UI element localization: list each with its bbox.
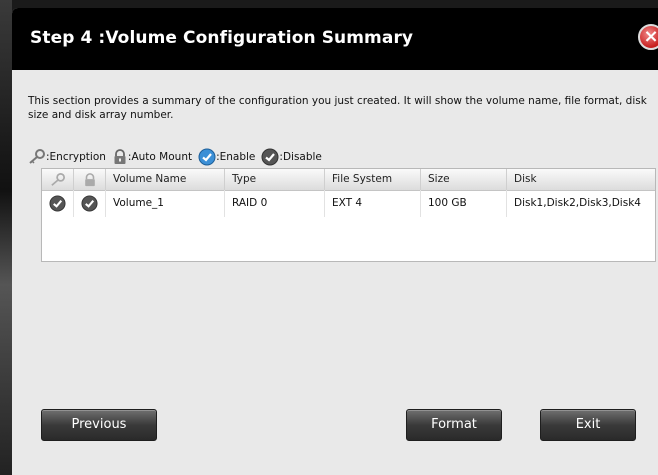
row-disk: Disk1,Disk2,Disk3,Disk4: [514, 197, 641, 209]
row-type: RAID 0: [225, 190, 325, 217]
row-volume-name: Volume_1: [106, 190, 225, 217]
volume-summary-table: Volume Name Type File System Size Disk V…: [41, 168, 656, 262]
summary-description: This section provides a summary of the c…: [28, 95, 647, 121]
row-size: 100 GB: [421, 190, 507, 217]
key-icon: [29, 149, 45, 164]
header-disk: Disk: [514, 173, 537, 185]
row-auto-mount-status: [74, 190, 106, 217]
volume-summary-dialog: Step 4 :Volume Configuration Summary × T…: [12, 8, 658, 475]
key-icon: [50, 172, 65, 186]
format-button[interactable]: Format: [406, 409, 502, 441]
background-window: [0, 0, 12, 475]
header-size: Size: [421, 169, 507, 190]
table-header: Volume Name Type File System Size Disk: [42, 169, 655, 191]
header-encryption: [42, 169, 74, 190]
legend-encryption: :Encryption: [28, 149, 106, 165]
disable-check-icon: [261, 148, 279, 166]
header-volume-name: Volume Name: [106, 169, 225, 190]
enable-check-icon: [198, 148, 216, 166]
legend-disable-label: :Disable: [279, 151, 322, 163]
dialog-titlebar: Step 4 :Volume Configuration Summary ×: [12, 8, 658, 70]
dialog-title: Step 4 :Volume Configuration Summary: [30, 28, 414, 48]
legend-disable: :Disable: [261, 148, 322, 166]
row-file-system: EXT 4: [325, 190, 421, 217]
previous-button[interactable]: Previous: [41, 409, 157, 441]
legend-auto-mount: :Auto Mount: [112, 149, 192, 165]
legend-enable: :Enable: [198, 148, 255, 166]
row-encryption-status: [42, 190, 74, 217]
table-row[interactable]: Volume_1 RAID 0 EXT 4 100 GB Disk1,Disk2…: [42, 190, 655, 217]
icon-legend: :Encryption :Auto Mount :Enable :Disable: [28, 147, 328, 167]
legend-enable-label: :Enable: [216, 151, 256, 163]
lock-icon: [84, 172, 95, 186]
disable-check-icon: [49, 195, 66, 212]
header-auto-mount: [74, 169, 106, 190]
legend-encryption-label: :Encryption: [46, 151, 106, 163]
close-icon[interactable]: ×: [638, 24, 658, 50]
disable-check-icon: [81, 195, 98, 212]
header-file-system: File System: [325, 169, 421, 190]
legend-auto-mount-label: :Auto Mount: [127, 151, 193, 163]
lock-icon: [114, 149, 126, 164]
exit-button[interactable]: Exit: [540, 409, 636, 441]
header-type: Type: [225, 169, 325, 190]
